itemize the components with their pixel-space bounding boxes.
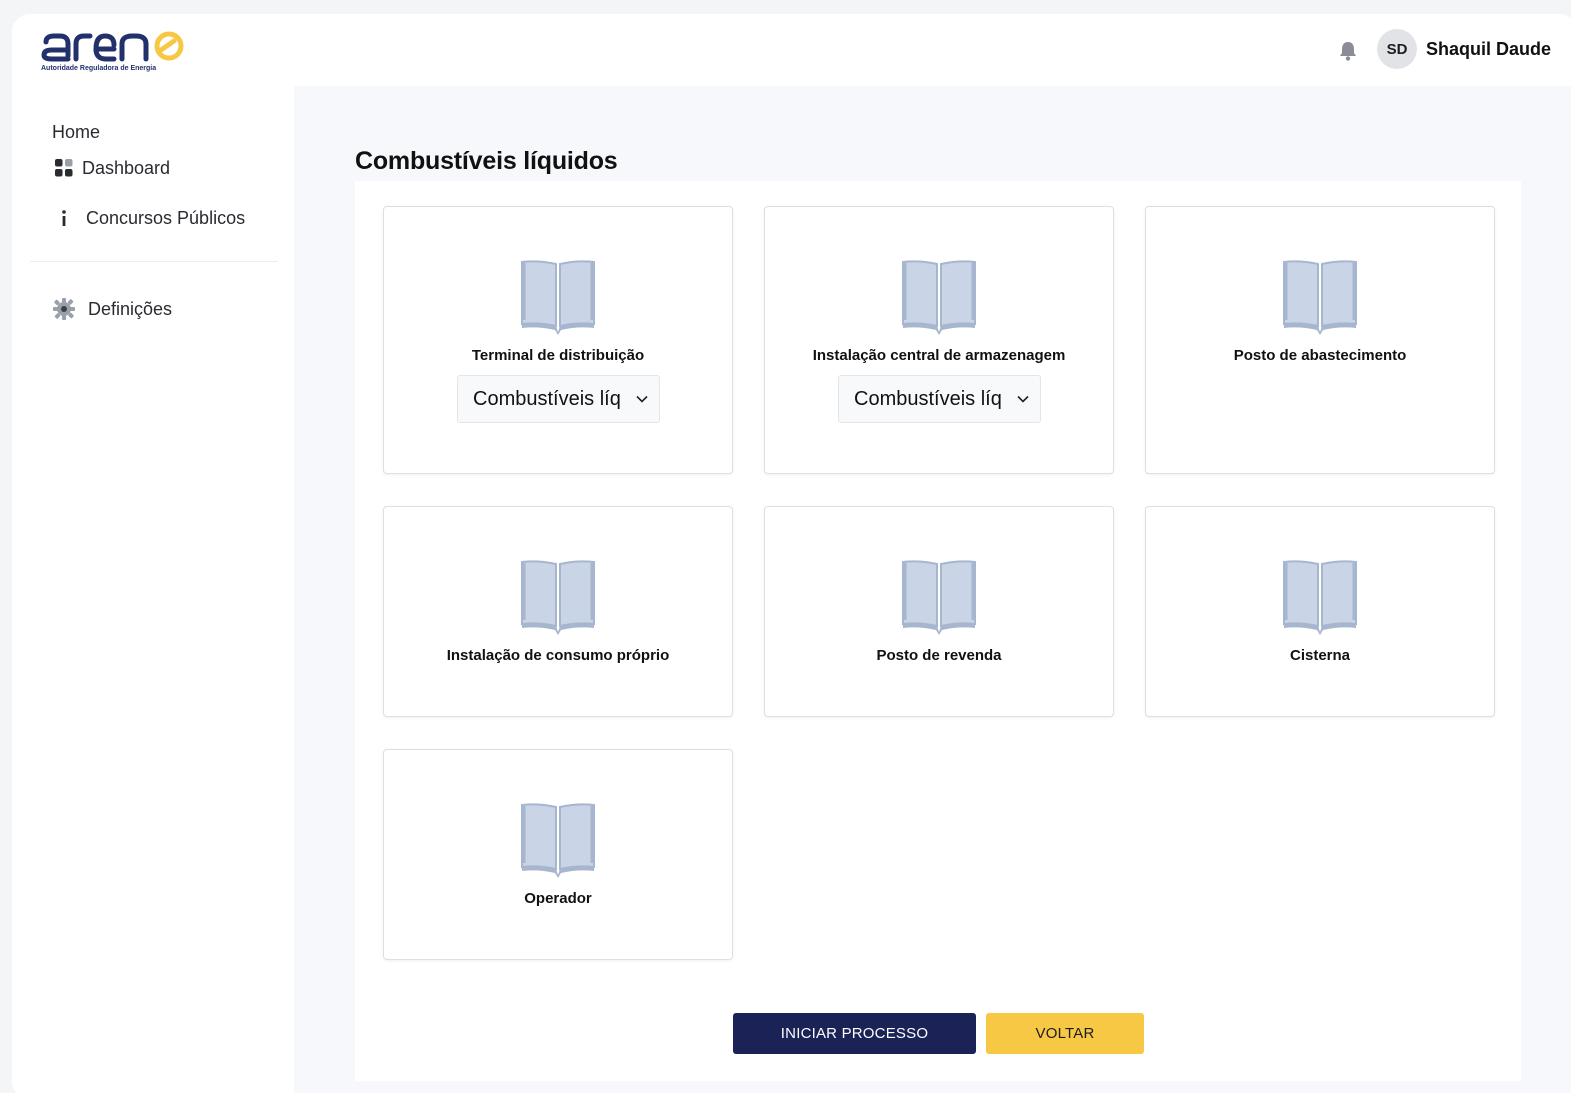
card-label: Posto de abastecimento <box>1233 347 1407 364</box>
gear-icon <box>52 297 76 321</box>
book-icon <box>520 803 596 879</box>
sidebar-divider <box>30 261 278 262</box>
book-icon <box>520 560 596 636</box>
card-operador[interactable]: Operador <box>383 749 733 960</box>
card-posto-revenda[interactable]: Posto de revenda <box>764 506 1114 717</box>
sidebar: Home Dashboard Concursos Públicos Defini… <box>12 86 294 1093</box>
card-label: Cisterna <box>1289 647 1351 664</box>
chevron-down-icon <box>636 395 648 403</box>
sidebar-section-home: Home <box>52 122 101 142</box>
book-icon <box>1282 260 1358 336</box>
main-content: Combustíveis líquidos Terminal de distri… <box>294 86 1571 1093</box>
select-value: Combustíveis líq <box>854 387 1002 410</box>
book-icon <box>520 260 596 336</box>
book-icon <box>901 260 977 336</box>
sidebar-item-label: Dashboard <box>82 157 171 178</box>
logo-wordmark <box>41 31 184 62</box>
sidebar-item-concursos[interactable]: Concursos Públicos <box>52 206 245 230</box>
select-value: Combustíveis líq <box>473 387 621 410</box>
card-instalacao-central[interactable]: Instalação central de armazenagem Combus… <box>764 206 1114 474</box>
sidebar-item-label: Definições <box>88 298 173 319</box>
card-label: Instalação central de armazenagem <box>812 347 1066 364</box>
card-label: Operador <box>524 890 592 907</box>
card-cisterna[interactable]: Cisterna <box>1145 506 1495 717</box>
card-posto-abastecimento[interactable]: Posto de abastecimento <box>1145 206 1495 474</box>
top-header: Autoridade Reguladora de Energia SD Shaq… <box>12 14 1571 86</box>
sidebar-item-definicoes[interactable]: Definições <box>52 297 172 321</box>
book-icon <box>1282 560 1358 636</box>
fuel-type-select[interactable]: Combustíveis líq <box>838 375 1041 423</box>
page-title: Combustíveis líquidos <box>355 147 618 175</box>
info-icon <box>52 206 76 230</box>
user-avatar[interactable]: SD <box>1377 29 1417 69</box>
user-name[interactable]: Shaquil Daude <box>1426 39 1551 60</box>
card-label: Terminal de distribuição <box>471 347 645 364</box>
chevron-down-icon <box>1017 395 1029 403</box>
arene-logo[interactable]: Autoridade Reguladora de Energia <box>40 28 200 74</box>
cards-panel: Terminal de distribuição Combustíveis lí… <box>355 181 1521 1081</box>
start-process-button[interactable]: INICIAR PROCESSO <box>733 1013 976 1054</box>
back-button[interactable]: VOLTAR <box>986 1013 1144 1054</box>
fuel-type-select[interactable]: Combustíveis líq <box>457 375 660 423</box>
sidebar-item-label: Concursos Públicos <box>86 207 246 228</box>
card-terminal-distribuicao[interactable]: Terminal de distribuição Combustíveis lí… <box>383 206 733 474</box>
bell-icon[interactable] <box>1339 41 1357 61</box>
card-label: Instalação de consumo próprio <box>446 647 670 664</box>
logo-subtitle: Autoridade Reguladora de Energia <box>41 65 157 72</box>
grid-icon <box>52 156 76 180</box>
sidebar-item-dashboard[interactable]: Dashboard <box>52 156 170 180</box>
book-icon <box>901 560 977 636</box>
card-consumo-proprio[interactable]: Instalação de consumo próprio <box>383 506 733 717</box>
app-window: Autoridade Reguladora de Energia SD Shaq… <box>12 14 1571 1093</box>
card-label: Posto de revenda <box>876 647 1002 664</box>
